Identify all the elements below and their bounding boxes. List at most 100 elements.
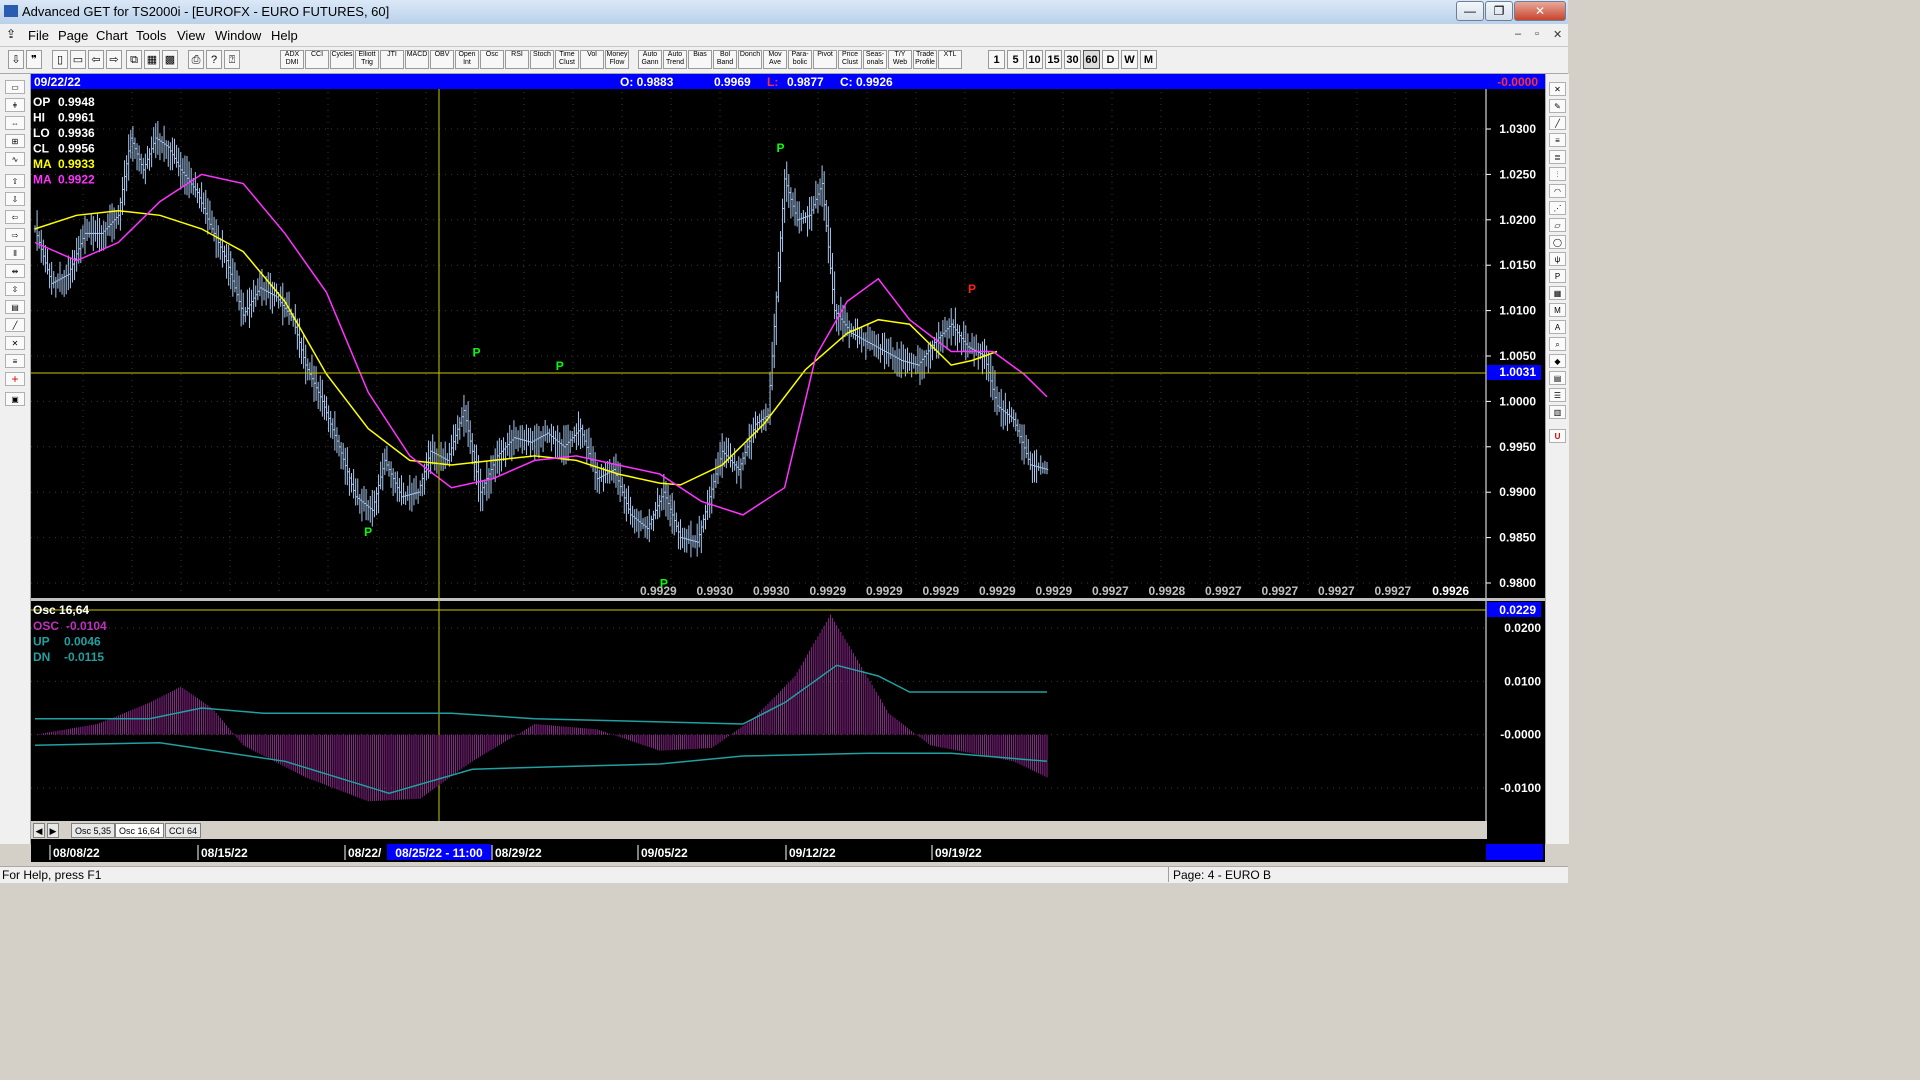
study-button-elliott-trig[interactable]: Elliott Trig bbox=[355, 50, 379, 69]
grid-icon[interactable]: ▩ bbox=[162, 50, 178, 69]
tile-icon[interactable]: ▦ bbox=[144, 50, 160, 69]
maximize-button[interactable]: ❐ bbox=[1485, 1, 1513, 21]
elliott-icon[interactable]: ∿ bbox=[5, 152, 25, 166]
forward-icon[interactable]: ⇨ bbox=[106, 50, 122, 69]
grid-tool-icon[interactable]: ▦ bbox=[1549, 286, 1566, 300]
chart-canvas[interactable]: 09/22/22 O: 0.9883 0.9969 L: 0.9877 C: 0… bbox=[31, 74, 1545, 844]
menu-view[interactable]: View bbox=[177, 28, 205, 43]
fib-arc-icon[interactable]: ◠ bbox=[1549, 184, 1566, 198]
fib-ext-icon[interactable]: ≣ bbox=[1549, 150, 1566, 164]
study-button-seas-onals[interactable]: Seas-onals bbox=[863, 50, 887, 69]
minimize-button[interactable]: — bbox=[1456, 1, 1484, 21]
lines-icon[interactable]: ╱ bbox=[5, 318, 25, 332]
text-icon[interactable]: A bbox=[1549, 320, 1566, 334]
study-button-adx-dmi[interactable]: ADX DMI bbox=[280, 50, 304, 69]
hint-icon[interactable]: ? bbox=[206, 50, 222, 69]
crowd-icon[interactable]: ǂ bbox=[5, 98, 25, 112]
expand-icon[interactable]: ⇹ bbox=[5, 264, 25, 278]
mdi-restore-button[interactable]: ▫ bbox=[1535, 28, 1539, 40]
tab-cci-64[interactable]: CCI 64 bbox=[165, 823, 202, 838]
mdi-close-button[interactable]: ✕ bbox=[1553, 28, 1562, 41]
study-button-mov-ave[interactable]: Mov Ave bbox=[763, 50, 787, 69]
tab-scroll-right-icon[interactable]: ▶ bbox=[47, 823, 59, 838]
fib-ret-icon[interactable]: ≡ bbox=[1549, 133, 1566, 147]
compress-icon[interactable]: ⇳ bbox=[5, 282, 25, 296]
marker-icon[interactable]: ◆ bbox=[1549, 354, 1566, 368]
fan-icon[interactable]: ⋰ bbox=[1549, 201, 1566, 215]
study-button-auto-gann[interactable]: Auto Gann bbox=[638, 50, 662, 69]
study-button-vol[interactable]: Vol bbox=[580, 50, 604, 69]
mdi-minimize-button[interactable]: – bbox=[1515, 28, 1521, 40]
study-button-rsi[interactable]: RSI bbox=[505, 50, 529, 69]
menu-file[interactable]: File bbox=[28, 28, 49, 43]
copy-icon[interactable]: ⧉ bbox=[126, 50, 142, 69]
interval-button-w[interactable]: W bbox=[1121, 50, 1138, 69]
study-button-open-int[interactable]: Open Int bbox=[455, 50, 479, 69]
study-button-cycles[interactable]: Cycles bbox=[330, 50, 354, 69]
tab-osc-16-64[interactable]: Osc 16,64 bbox=[115, 823, 165, 838]
interval-button-30[interactable]: 30 bbox=[1064, 50, 1081, 69]
channel2-icon[interactable]: ▥ bbox=[1549, 405, 1566, 419]
study-button-cci[interactable]: CCI bbox=[305, 50, 329, 69]
study-button-osc[interactable]: Osc bbox=[480, 50, 504, 69]
tab-scroll-left-icon[interactable]: ◀ bbox=[33, 823, 45, 838]
fib-time-icon[interactable]: ⫶ bbox=[1549, 167, 1566, 181]
print-icon[interactable]: ⎙ bbox=[188, 50, 204, 69]
table-icon[interactable]: ▤ bbox=[5, 300, 25, 314]
pti-icon[interactable]: P bbox=[1549, 269, 1566, 283]
calendar-icon[interactable]: ▤ bbox=[1549, 371, 1566, 385]
interval-button-5[interactable]: 5 bbox=[1007, 50, 1024, 69]
open-page-icon[interactable]: ▭ bbox=[70, 50, 86, 69]
back-icon[interactable]: ⇦ bbox=[88, 50, 104, 69]
arrow-left-icon[interactable]: ⇦ bbox=[5, 210, 25, 224]
study-button-jti[interactable]: JTI bbox=[380, 50, 404, 69]
reset-icon[interactable]: ⇔ bbox=[5, 116, 25, 130]
study-button-auto-trend[interactable]: Auto Trend bbox=[663, 50, 687, 69]
list-icon[interactable]: ☰ bbox=[1549, 388, 1566, 402]
settings-icon[interactable]: ▣ bbox=[5, 392, 25, 406]
channel-icon[interactable]: ▱ bbox=[1549, 218, 1566, 232]
bars-icon[interactable]: ⫴ bbox=[5, 246, 25, 260]
ellipse-icon[interactable]: ◯ bbox=[1549, 235, 1566, 249]
study-button-trade-profile[interactable]: Trade Profile bbox=[913, 50, 937, 69]
study-button-money-flow[interactable]: Money Flow bbox=[605, 50, 629, 69]
pitchfork-icon[interactable]: ψ bbox=[1549, 252, 1566, 266]
study-button-time-clust[interactable]: Time Clust bbox=[555, 50, 579, 69]
gann-icon[interactable]: ✕ bbox=[5, 336, 25, 350]
zoom-icon[interactable]: ⌕ bbox=[1549, 337, 1566, 351]
study-button-donch[interactable]: Donch bbox=[738, 50, 762, 69]
study-button-pivot[interactable]: Pivot bbox=[813, 50, 837, 69]
chart-window[interactable]: 09/22/22 O: 0.9883 0.9969 L: 0.9877 C: 0… bbox=[31, 74, 1545, 844]
arrow-right-icon[interactable]: ⇨ bbox=[5, 228, 25, 242]
menu-window[interactable]: Window bbox=[215, 28, 261, 43]
arrow-up-icon[interactable]: ⇧ bbox=[5, 174, 25, 188]
study-button-price-clust[interactable]: Price Clust bbox=[838, 50, 862, 69]
interval-button-15[interactable]: 15 bbox=[1045, 50, 1062, 69]
close-button[interactable]: ✕ bbox=[1514, 1, 1566, 21]
arrow-down-icon[interactable]: ⇩ bbox=[5, 192, 25, 206]
study-button-para-bolic[interactable]: Para-bolic bbox=[788, 50, 812, 69]
menu-tools[interactable]: Tools bbox=[136, 28, 166, 43]
mob-icon[interactable]: M bbox=[1549, 303, 1566, 317]
trendline-icon[interactable]: ╱ bbox=[1549, 116, 1566, 130]
interval-button-1[interactable]: 1 bbox=[988, 50, 1005, 69]
interval-button-60[interactable]: 60 bbox=[1083, 50, 1100, 69]
study-button-t-y-web[interactable]: T/Y Web bbox=[888, 50, 912, 69]
interval-button-m[interactable]: M bbox=[1140, 50, 1157, 69]
help-icon[interactable]: ⍰ bbox=[224, 50, 240, 69]
fib-icon[interactable]: ≡ bbox=[5, 354, 25, 368]
cross-icon[interactable]: ✕ bbox=[1549, 82, 1566, 96]
new-page-icon[interactable]: ▯ bbox=[52, 50, 68, 69]
study-icon[interactable]: ⊞ bbox=[5, 134, 25, 148]
interval-button-d[interactable]: D bbox=[1102, 50, 1119, 69]
crosshair-icon[interactable]: + bbox=[5, 372, 25, 386]
study-button-macd[interactable]: MACD bbox=[405, 50, 429, 69]
menu-help[interactable]: Help bbox=[271, 28, 298, 43]
study-button-bol-band[interactable]: Bol Band bbox=[713, 50, 737, 69]
study-button-xtl[interactable]: XTL bbox=[938, 50, 962, 69]
undo-icon[interactable]: U bbox=[1549, 429, 1566, 443]
study-button-obv[interactable]: OBV bbox=[430, 50, 454, 69]
menu-page[interactable]: Page bbox=[58, 28, 88, 43]
pointer-icon[interactable]: ⇩ bbox=[8, 50, 24, 69]
study-button-stoch[interactable]: Stoch bbox=[530, 50, 554, 69]
